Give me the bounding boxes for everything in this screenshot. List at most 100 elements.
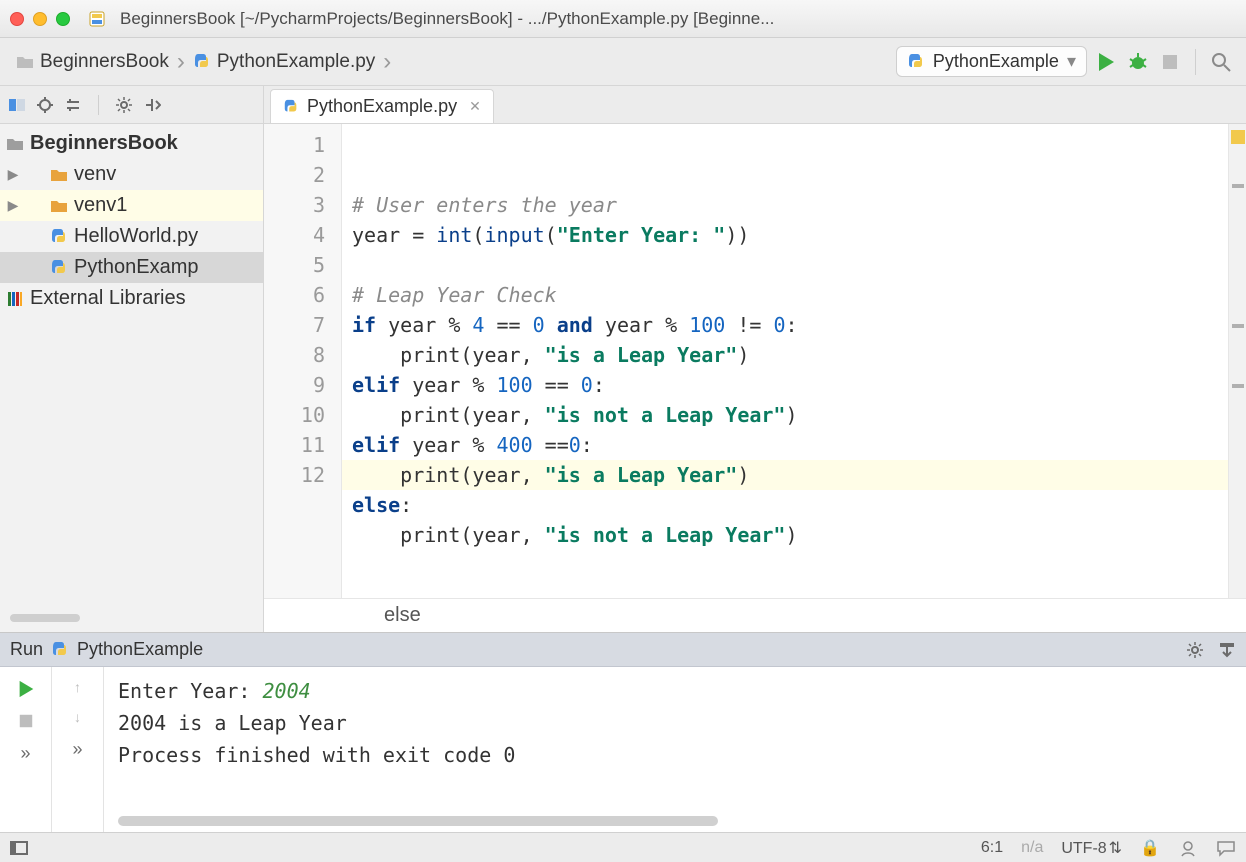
editor-area: PythonExample.py ✕ 1 2 3 4 5 6 7 8 9 10 … — [264, 86, 1246, 632]
line-number: 12 — [270, 460, 325, 490]
code-editor[interactable]: 1 2 3 4 5 6 7 8 9 10 11 12 # User enters… — [264, 124, 1246, 598]
console-line: 2004 is a Leap Year — [118, 707, 1232, 739]
editor-breadcrumb-bar[interactable]: else — [264, 598, 1246, 632]
folder-icon — [6, 135, 24, 153]
line-gutter: 1 2 3 4 5 6 7 8 9 10 11 12 — [264, 124, 342, 598]
tree-item-pythonexample[interactable]: PythonExamp — [0, 252, 263, 283]
hide-tool-window-icon[interactable] — [1218, 641, 1236, 659]
folder-icon — [16, 53, 34, 71]
python-file-icon — [283, 99, 299, 115]
stop-button[interactable] — [1157, 49, 1183, 75]
scroll-marker[interactable] — [1232, 184, 1244, 188]
line-number: 6 — [270, 280, 325, 310]
project-view-icon[interactable] — [8, 96, 26, 114]
line-number: 11 — [270, 430, 325, 460]
tree-external-libraries[interactable]: External Libraries — [0, 283, 263, 314]
more-actions-icon[interactable]: » — [72, 739, 82, 760]
settings-gear-icon[interactable] — [115, 96, 133, 114]
tree-item-venv1[interactable]: ▶ venv1 — [0, 190, 263, 221]
close-window-button[interactable] — [10, 12, 24, 26]
main-area: BeginnersBook ▶ venv ▶ venv1 HelloWorld.… — [0, 86, 1246, 632]
traffic-lights — [10, 12, 70, 26]
line-number: 3 — [270, 190, 325, 220]
close-tab-icon[interactable]: ✕ — [469, 98, 481, 115]
read-only-lock-icon[interactable]: 🔒 — [1140, 838, 1160, 858]
breadcrumb[interactable]: BeginnersBook › PythonExample.py › — [12, 46, 397, 78]
run-tool-config-name: PythonExample — [77, 639, 203, 660]
tree-item-label: PythonExamp — [74, 256, 199, 279]
minimize-window-button[interactable] — [33, 12, 47, 26]
chevron-right-icon: › — [383, 48, 391, 76]
scroll-marker[interactable] — [1232, 384, 1244, 388]
expand-all-icon[interactable] — [64, 96, 82, 114]
project-toolbar — [0, 86, 263, 124]
expand-arrow-icon[interactable]: ▶ — [6, 166, 20, 183]
tree-root-label: BeginnersBook — [30, 132, 178, 155]
scroll-down-icon[interactable]: ↓ — [74, 709, 81, 725]
file-encoding[interactable]: UTF-8⇅ — [1061, 838, 1122, 858]
expand-arrow-icon[interactable]: ▶ — [6, 197, 20, 214]
line-number: 8 — [270, 340, 325, 370]
stop-button[interactable] — [18, 713, 34, 729]
run-tool-window: Run PythonExample » ↑ ↓ » Enter Year: 20… — [0, 632, 1246, 832]
tree-root[interactable]: BeginnersBook — [0, 128, 263, 159]
folder-icon — [50, 166, 68, 184]
console-line: Process finished with exit code 0 — [118, 739, 1232, 771]
feedback-icon[interactable] — [1216, 838, 1236, 858]
console-line-prompt: Enter Year: — [118, 679, 263, 703]
tree-item-helloworld[interactable]: HelloWorld.py — [0, 221, 263, 252]
debug-button[interactable] — [1125, 49, 1151, 75]
line-number: 4 — [270, 220, 325, 250]
chevron-right-icon: › — [177, 48, 185, 76]
window-title: BeginnersBook [~/PycharmProjects/Beginne… — [120, 9, 1236, 29]
breadcrumb-file: PythonExample.py — [217, 51, 375, 73]
tool-windows-icon[interactable] — [10, 839, 28, 857]
sidebar-scrollbar[interactable] — [0, 604, 263, 632]
chevron-updown-icon: ⇅ — [1109, 840, 1122, 857]
run-tool-label: Run — [10, 639, 43, 660]
select-opened-file-icon[interactable] — [36, 96, 54, 114]
console-horizontal-scrollbar[interactable] — [118, 816, 718, 826]
window-titlebar: BeginnersBook [~/PycharmProjects/Beginne… — [0, 0, 1246, 38]
folder-icon — [50, 197, 68, 215]
python-file-icon — [907, 53, 925, 71]
run-configuration-name: PythonExample — [933, 51, 1059, 72]
code-content[interactable]: # User enters the year year = int(input(… — [342, 124, 1228, 598]
line-number: 1 — [270, 130, 325, 160]
zoom-window-button[interactable] — [56, 12, 70, 26]
editor-tab-pythonexample[interactable]: PythonExample.py ✕ — [270, 89, 494, 123]
scroll-up-icon[interactable]: ↑ — [74, 679, 81, 695]
caret-position[interactable]: 6:1 — [981, 839, 1003, 857]
project-sidebar: BeginnersBook ▶ venv ▶ venv1 HelloWorld.… — [0, 86, 264, 632]
scroll-marker[interactable] — [1232, 324, 1244, 328]
collapse-all-icon[interactable] — [143, 96, 161, 114]
run-tool-body: » ↑ ↓ » Enter Year: 2004 2004 is a Leap … — [0, 667, 1246, 832]
editor-marker-strip[interactable] — [1228, 124, 1246, 598]
console-line-input: 2004 — [263, 679, 311, 703]
toolbar-divider — [98, 95, 99, 115]
hector-inspection-icon[interactable] — [1178, 838, 1198, 858]
python-file-icon — [193, 53, 211, 71]
run-configuration-selector[interactable]: PythonExample ▾ — [896, 46, 1087, 77]
tab-label: PythonExample.py — [307, 96, 457, 117]
console-output[interactable]: Enter Year: 2004 2004 is a Leap Year Pro… — [104, 667, 1246, 832]
run-button[interactable] — [1093, 49, 1119, 75]
tree-item-venv[interactable]: ▶ venv — [0, 159, 263, 190]
breadcrumb-project: BeginnersBook — [40, 51, 169, 73]
line-separator[interactable]: n/a — [1021, 839, 1043, 857]
line-number: 10 — [270, 400, 325, 430]
more-actions-icon[interactable]: » — [20, 743, 30, 764]
search-everywhere-button[interactable] — [1208, 49, 1234, 75]
rerun-button[interactable] — [16, 679, 36, 699]
status-bar: 6:1 n/a UTF-8⇅ 🔒 — [0, 832, 1246, 862]
navigation-toolbar: BeginnersBook › PythonExample.py › Pytho… — [0, 38, 1246, 86]
run-actions-column: » — [0, 667, 52, 832]
tree-item-label: venv1 — [74, 194, 127, 217]
python-file-icon — [50, 259, 68, 277]
app-icon — [88, 10, 106, 28]
settings-gear-icon[interactable] — [1186, 641, 1204, 659]
run-output-toolbar: ↑ ↓ » — [52, 667, 104, 832]
project-tree[interactable]: BeginnersBook ▶ venv ▶ venv1 HelloWorld.… — [0, 124, 263, 318]
warning-marker-icon[interactable] — [1231, 130, 1245, 144]
tree-item-label: HelloWorld.py — [74, 225, 198, 248]
